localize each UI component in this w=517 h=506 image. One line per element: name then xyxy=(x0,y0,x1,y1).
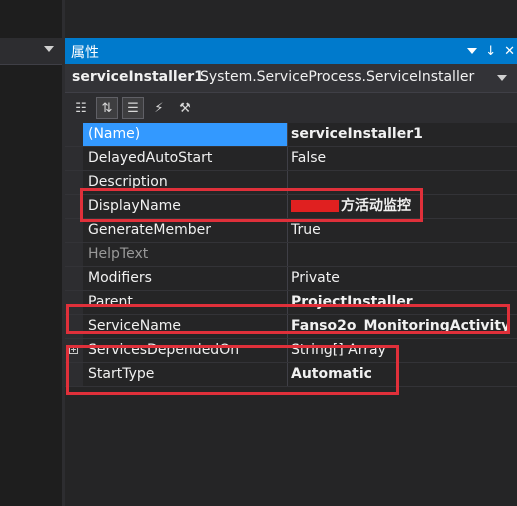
property-name: (Name) xyxy=(83,123,288,146)
window-menu-dropdown-icon[interactable] xyxy=(467,48,478,54)
row-gutter xyxy=(65,195,83,218)
chevron-down-icon[interactable] xyxy=(497,75,507,81)
property-name: Modifiers xyxy=(83,267,288,290)
row-gutter xyxy=(65,339,83,362)
pin-icon[interactable]: ↓ xyxy=(485,45,496,58)
row-gutter xyxy=(65,147,83,170)
property-value[interactable]: Automatic xyxy=(288,363,517,386)
property-grid: (Name) serviceInstaller1 DelayedAutoStart F… xyxy=(65,123,517,387)
property-row[interactable]: Parent ProjectInstaller xyxy=(65,291,517,315)
property-value[interactable] xyxy=(288,243,517,266)
property-row[interactable]: GenerateMember True xyxy=(65,219,517,243)
property-value[interactable]: ProjectInstaller xyxy=(288,291,517,314)
property-name: ServiceName xyxy=(83,315,288,338)
row-gutter xyxy=(65,171,83,194)
close-icon[interactable]: ✕ xyxy=(504,45,515,58)
left-pane-header xyxy=(0,38,62,65)
categorized-icon[interactable]: ☷ xyxy=(70,97,92,119)
property-name: DelayedAutoStart xyxy=(83,147,288,170)
row-gutter xyxy=(65,219,83,242)
object-name: serviceInstaller1 xyxy=(72,69,204,85)
property-value[interactable]: 方活动监控 xyxy=(288,195,517,218)
property-name: ServicesDependedOn xyxy=(83,339,288,362)
row-gutter xyxy=(65,267,83,290)
property-name: Parent xyxy=(83,291,288,314)
alphabetical-icon[interactable]: ⇅ xyxy=(96,97,118,119)
left-pane xyxy=(0,0,62,506)
property-row[interactable]: ServicesDependedOn String[] Array xyxy=(65,339,517,363)
property-name: Description xyxy=(83,171,288,194)
row-gutter xyxy=(65,291,83,314)
row-gutter xyxy=(65,243,83,266)
events-icon[interactable]: ⚡ xyxy=(148,97,170,119)
property-name: DisplayName xyxy=(83,195,288,218)
property-value[interactable]: Private xyxy=(288,267,517,290)
property-value[interactable]: String[] Array xyxy=(288,339,517,362)
dropdown-arrow-icon[interactable] xyxy=(44,46,54,52)
row-gutter xyxy=(65,123,83,146)
row-gutter xyxy=(65,315,83,338)
property-row[interactable]: Modifiers Private xyxy=(65,267,517,291)
property-row[interactable]: StartType Automatic xyxy=(65,363,517,387)
property-row[interactable]: (Name) serviceInstaller1 xyxy=(65,123,517,147)
property-pages-icon[interactable]: ⚒ xyxy=(174,97,196,119)
property-name: GenerateMember xyxy=(83,219,288,242)
property-value[interactable]: serviceInstaller1 xyxy=(288,123,517,146)
property-row[interactable]: Description xyxy=(65,171,517,195)
property-name: StartType xyxy=(83,363,288,386)
properties-toolbar: ☷ ⇅ ☰ ⚡ ⚒ xyxy=(65,93,517,123)
property-row[interactable]: DisplayName 方活动监控 xyxy=(65,195,517,219)
window-title: 属性 xyxy=(71,45,99,61)
property-name: HelpText xyxy=(83,243,288,266)
property-row[interactable]: HelpText xyxy=(65,243,517,267)
row-gutter xyxy=(65,363,83,386)
redaction-mark xyxy=(291,200,339,212)
properties-titlebar: 属性 ↓ ✕ xyxy=(65,38,517,64)
object-type: System.ServiceProcess.ServiceInstaller xyxy=(200,69,475,85)
property-value[interactable]: True xyxy=(288,219,517,242)
property-value[interactable]: False xyxy=(288,147,517,170)
property-value[interactable] xyxy=(288,171,517,194)
property-row[interactable]: DelayedAutoStart False xyxy=(65,147,517,171)
property-value[interactable]: Fanso2o_MonitoringActivity xyxy=(288,315,517,338)
properties-window: 属性 ↓ ✕ serviceInstaller1 System.ServiceP… xyxy=(65,38,517,506)
properties-icon[interactable]: ☰ xyxy=(122,97,144,119)
expand-plus-icon[interactable] xyxy=(69,345,78,354)
property-row[interactable]: ServiceName Fanso2o_MonitoringActivity xyxy=(65,315,517,339)
object-selector[interactable]: serviceInstaller1 System.ServiceProcess.… xyxy=(65,64,517,93)
